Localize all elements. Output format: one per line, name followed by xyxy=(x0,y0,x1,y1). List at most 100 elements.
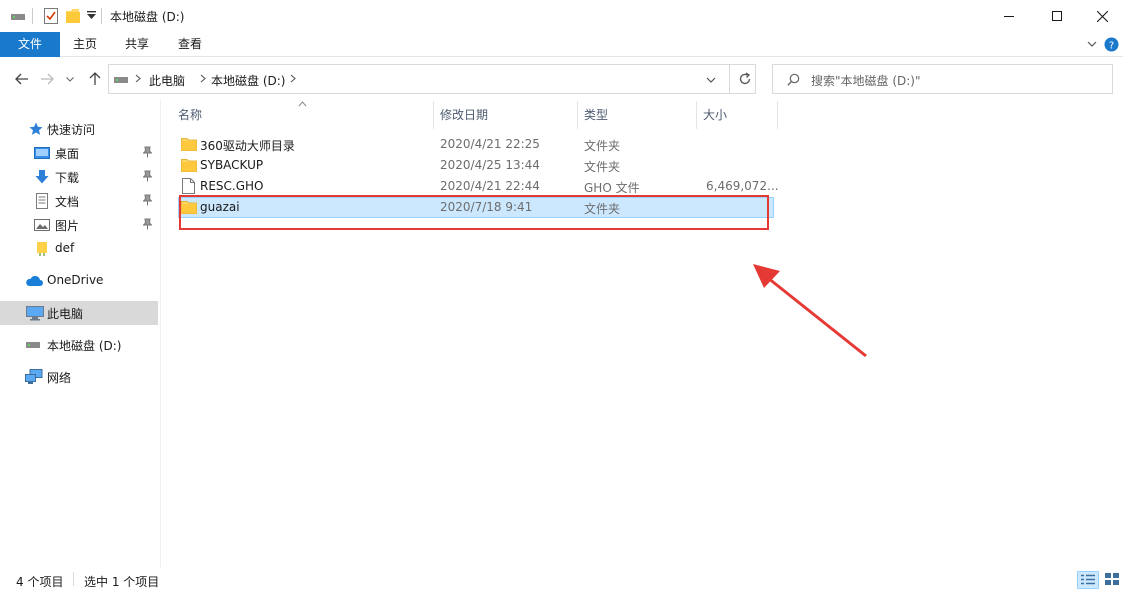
column-header-name[interactable]: 名称 xyxy=(172,100,432,130)
sidebar-item-def[interactable]: def xyxy=(0,237,158,261)
network-icon xyxy=(25,369,43,385)
new-folder-icon[interactable] xyxy=(66,8,80,24)
folder-icon xyxy=(181,137,197,151)
tab-share[interactable]: 共享 xyxy=(112,32,162,57)
tab-view[interactable]: 查看 xyxy=(165,32,215,57)
search-box[interactable]: 搜索"本地磁盘 (D:)" xyxy=(772,64,1113,94)
pin-icon[interactable] xyxy=(143,218,152,230)
pictures-icon xyxy=(34,217,50,233)
folder-icon xyxy=(34,241,50,257)
chevron-right-icon[interactable] xyxy=(290,74,296,83)
download-icon xyxy=(34,169,50,185)
chevron-down-icon xyxy=(66,76,74,82)
details-view-button[interactable] xyxy=(1077,571,1099,589)
pin-icon[interactable] xyxy=(143,146,152,158)
status-bar: 4 个项目 选中 1 个项目 xyxy=(0,568,1123,590)
sidebar-item-label: 图片 xyxy=(55,219,80,233)
minimize-button[interactable] xyxy=(986,0,1032,32)
sidebar-item-pictures[interactable]: 图片 xyxy=(0,213,158,237)
file-name: SYBACKUP xyxy=(200,158,264,172)
sidebar-item-label: 快速访问 xyxy=(47,123,96,137)
title-divider xyxy=(32,8,33,24)
sidebar-item-label: 桌面 xyxy=(55,147,80,161)
sidebar-item-label: 此电脑 xyxy=(47,307,84,321)
highlight-box xyxy=(179,195,769,230)
address-bar[interactable]: 此电脑 本地磁盘 (D:) xyxy=(108,64,756,94)
window-title: 本地磁盘 (D:) xyxy=(110,10,185,24)
computer-icon xyxy=(26,305,44,321)
file-date: 2020/4/25 13:44 xyxy=(440,158,540,172)
item-count: 4 个项目 xyxy=(16,575,64,589)
column-header-type[interactable]: 类型 xyxy=(578,100,696,130)
large-icons-view-icon xyxy=(1105,573,1119,585)
annotation-arrow xyxy=(753,264,867,358)
breadcrumb-this-pc[interactable]: 此电脑 xyxy=(149,72,185,89)
refresh-icon[interactable] xyxy=(738,72,752,86)
column-header-size[interactable]: 大小 xyxy=(697,100,777,130)
star-icon xyxy=(28,121,44,137)
chevron-right-icon[interactable] xyxy=(200,74,206,83)
maximize-icon xyxy=(1052,11,1062,21)
sidebar-item-this-pc[interactable]: 此电脑 xyxy=(0,301,158,325)
folder-icon xyxy=(181,158,197,172)
navigation-pane: 快速访问 桌面 下载 文档 图片 def OneDrive 此电脑 本地磁盘 (… xyxy=(0,100,160,568)
column-header-date[interactable]: 修改日期 xyxy=(434,100,577,130)
arrow-left-icon xyxy=(15,73,29,85)
ribbon-tabs: 文件 主页 共享 查看 ? xyxy=(0,32,1123,57)
file-type: 文件夹 xyxy=(584,139,621,153)
breadcrumb-local-disk[interactable]: 本地磁盘 (D:) xyxy=(211,72,285,89)
quick-access-dropdown-icon[interactable] xyxy=(87,11,96,20)
sidebar-item-network[interactable]: 网络 xyxy=(0,365,158,389)
sidebar-item-desktop[interactable]: 桌面 xyxy=(0,141,158,165)
minimize-icon xyxy=(1004,11,1014,21)
file-size: 6,469,072... xyxy=(706,179,779,193)
sidebar-item-quick-access[interactable]: 快速访问 xyxy=(0,117,158,141)
large-icons-view-button[interactable] xyxy=(1102,571,1122,589)
file-row[interactable]: SYBACKUP 2020/4/25 13:44 文件夹 xyxy=(178,155,774,176)
file-icon xyxy=(182,178,195,194)
tab-file[interactable]: 文件 xyxy=(0,32,60,57)
cloud-icon xyxy=(25,273,43,289)
sidebar-item-documents[interactable]: 文档 xyxy=(0,189,158,213)
search-placeholder[interactable]: 搜索"本地磁盘 (D:)" xyxy=(811,72,921,89)
sidebar-item-label: 本地磁盘 (D:) xyxy=(47,339,122,353)
pin-icon[interactable] xyxy=(143,170,152,182)
details-view-icon xyxy=(1081,574,1095,585)
file-name: 360驱动大师目录 xyxy=(200,139,295,153)
chevron-right-icon[interactable] xyxy=(135,74,141,83)
properties-icon[interactable] xyxy=(44,8,58,24)
maximize-button[interactable] xyxy=(1034,0,1080,32)
tab-home[interactable]: 主页 xyxy=(60,32,110,57)
sidebar-item-onedrive[interactable]: OneDrive xyxy=(0,269,158,293)
svg-text:?: ? xyxy=(1109,41,1114,52)
pin-icon[interactable] xyxy=(143,194,152,206)
close-icon xyxy=(1096,10,1108,22)
back-button[interactable] xyxy=(13,70,31,88)
desktop-icon xyxy=(34,145,50,161)
drive-icon xyxy=(26,341,42,357)
sidebar-item-label: 文档 xyxy=(55,195,80,209)
file-name: RESC.GHO xyxy=(200,179,264,193)
pane-divider[interactable] xyxy=(160,100,161,568)
sidebar-item-label: 网络 xyxy=(47,371,72,385)
drive-icon xyxy=(11,13,25,21)
file-row[interactable]: 360驱动大师目录 2020/4/21 22:25 文件夹 xyxy=(178,134,774,155)
file-date: 2020/4/21 22:25 xyxy=(440,137,540,151)
column-divider[interactable] xyxy=(777,101,778,129)
title-bar: 本地磁盘 (D:) xyxy=(0,0,1123,32)
sidebar-item-label: OneDrive xyxy=(47,273,104,287)
search-icon xyxy=(787,73,800,86)
selected-count: 选中 1 个项目 xyxy=(84,575,160,589)
file-row[interactable]: RESC.GHO 2020/4/21 22:44 GHO 文件 6,469,07… xyxy=(178,176,779,197)
sidebar-item-downloads[interactable]: 下载 xyxy=(0,165,158,189)
forward-button[interactable] xyxy=(38,70,56,88)
up-button[interactable] xyxy=(86,70,104,88)
ribbon-expand-icon[interactable] xyxy=(1087,41,1097,48)
sidebar-item-local-disk[interactable]: 本地磁盘 (D:) xyxy=(0,333,158,357)
address-divider xyxy=(729,65,730,93)
arrow-up-icon xyxy=(89,72,101,86)
recent-locations-button[interactable] xyxy=(64,70,76,88)
address-history-chevron-down-icon[interactable] xyxy=(706,77,716,83)
close-button[interactable] xyxy=(1079,0,1123,32)
help-icon[interactable]: ? xyxy=(1104,37,1119,52)
